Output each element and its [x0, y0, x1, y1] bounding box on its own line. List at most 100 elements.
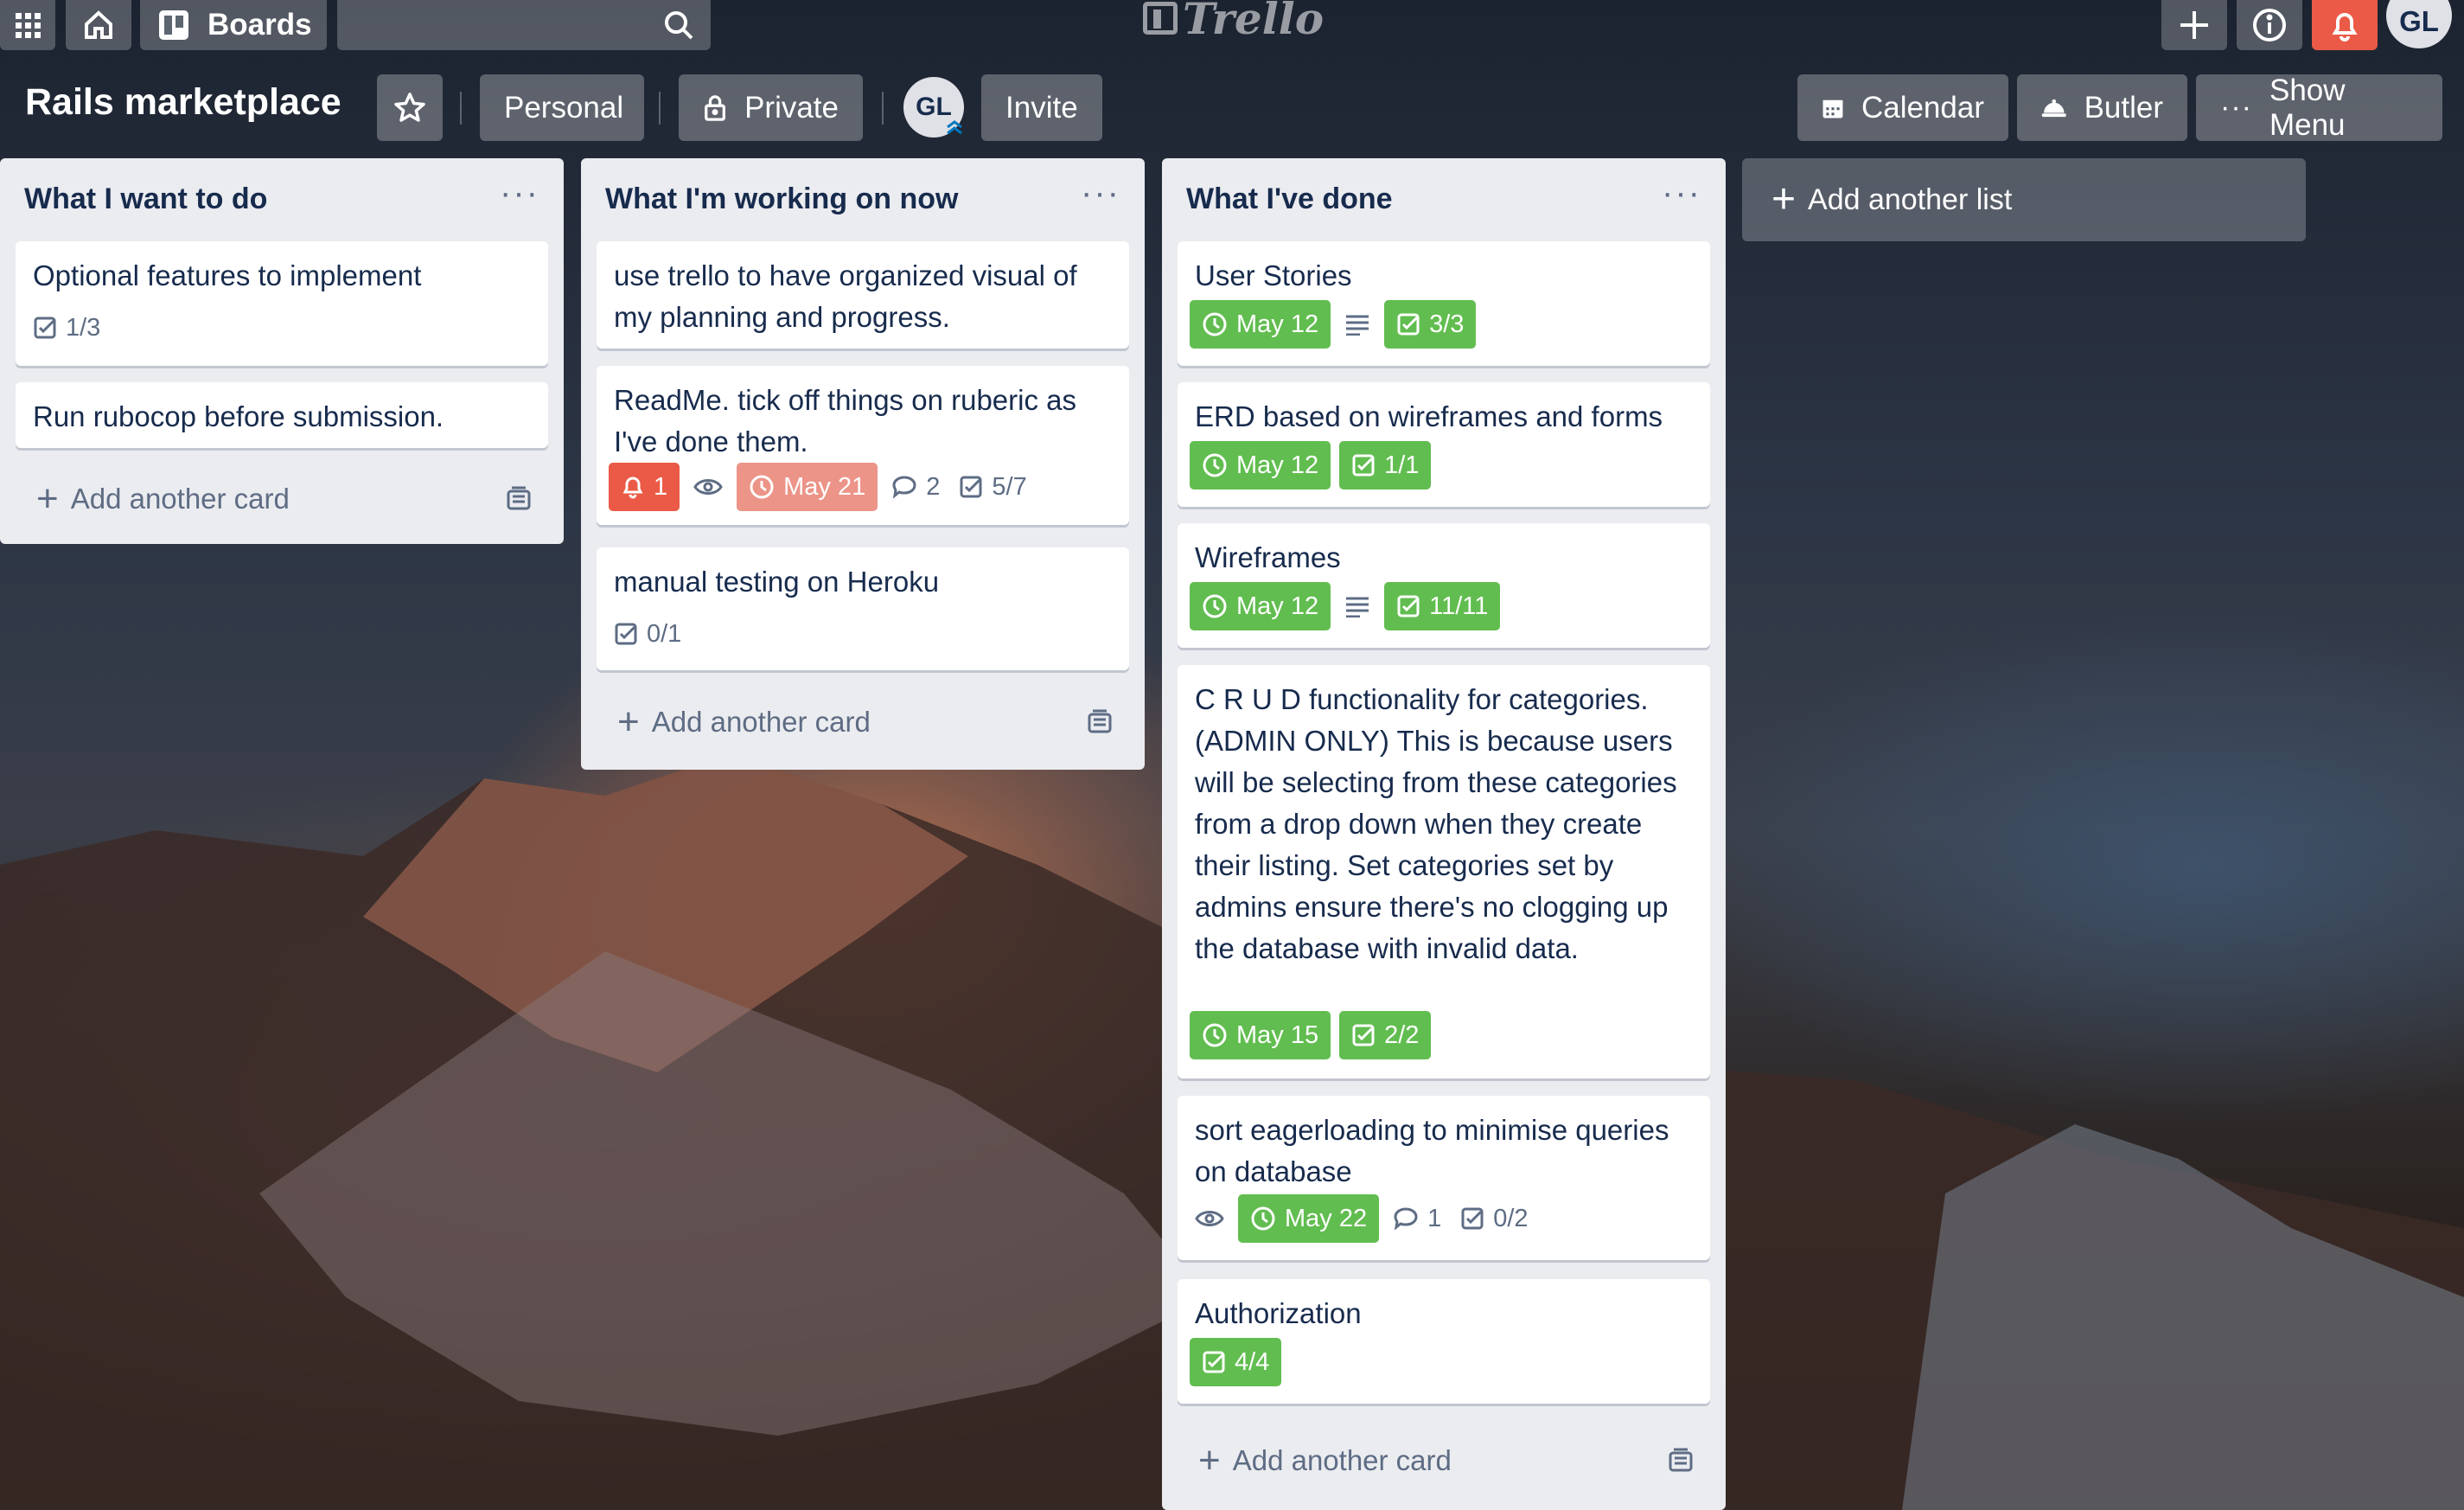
apps-menu-button[interactable]	[0, 0, 55, 50]
checklist-badge: 1/1	[1339, 441, 1432, 489]
card-badges: May 12 11/11	[1190, 582, 1509, 630]
comments-badge: 2	[886, 463, 945, 511]
list-what-im-working-on-now: What I'm working on now ··· use trello t…	[581, 158, 1145, 770]
board-member-avatar[interactable]: GL	[903, 77, 964, 138]
card[interactable]: User Stories May 12 3/3	[1178, 241, 1710, 366]
checklist-icon	[1203, 1351, 1225, 1373]
list-title[interactable]: What I've done	[1186, 182, 1393, 216]
card-template-icon[interactable]	[505, 485, 533, 513]
avatar-initials: GL	[2399, 5, 2439, 37]
personal-label: Personal	[504, 90, 624, 125]
list-title[interactable]: What I'm working on now	[605, 182, 959, 216]
list-title[interactable]: What I want to do	[24, 182, 267, 216]
card[interactable]: Run rubocop before submission.	[16, 382, 548, 448]
checklist-icon	[1352, 454, 1375, 477]
privacy-button[interactable]: Private	[679, 74, 863, 141]
card-badges: May 12 3/3	[1190, 300, 1484, 349]
card-badges: May 15 2/2	[1190, 1011, 1439, 1059]
card[interactable]: Optional features to implement 1/3	[16, 241, 548, 366]
card[interactable]: use trello to have organized visual of m…	[597, 241, 1129, 349]
clock-icon	[1203, 453, 1227, 477]
checklist-icon	[615, 623, 637, 645]
list-header[interactable]: What I want to do ···	[0, 158, 564, 231]
checklist-count: 2/2	[1384, 1021, 1420, 1049]
add-card-label: Add another card	[651, 706, 871, 738]
due-date-badge[interactable]: May 12	[1190, 582, 1331, 630]
notifications-button[interactable]	[2312, 0, 2378, 50]
card[interactable]: sort eagerloading to minimise queries on…	[1178, 1096, 1710, 1260]
watching-badge	[688, 463, 728, 511]
plus-icon: +	[36, 477, 59, 520]
checklist-icon	[960, 476, 982, 498]
bell-icon	[2332, 13, 2358, 42]
show-menu-button[interactable]: ··· Show Menu	[2196, 73, 2442, 142]
invite-button[interactable]: Invite	[981, 74, 1102, 141]
card-title: manual testing on Heroku	[614, 566, 940, 598]
due-date-badge[interactable]: May 15	[1190, 1011, 1331, 1059]
add-card-label: Add another card	[70, 483, 290, 515]
due-date: May 22	[1285, 1204, 1368, 1232]
add-card-button[interactable]: + Add another card	[1178, 1435, 1710, 1487]
card-template-icon[interactable]	[1086, 708, 1114, 736]
list-menu-button[interactable]: ···	[1081, 174, 1120, 213]
list-menu-button[interactable]: ···	[500, 174, 539, 213]
member-avatar[interactable]: GL	[2386, 0, 2452, 48]
list-header[interactable]: What I'm working on now ···	[581, 158, 1145, 231]
checklist-count: 0/2	[1493, 1204, 1529, 1232]
add-another-list-button[interactable]: + Add another list	[1742, 158, 2306, 241]
checklist-icon	[1352, 1024, 1375, 1046]
calendar-button[interactable]: Calendar	[1797, 74, 2008, 141]
checklist-count: 1/1	[1384, 451, 1420, 479]
clock-icon	[1251, 1206, 1275, 1231]
checklist-count: 11/11	[1429, 592, 1489, 620]
trello-logo-text: Trello	[1183, 0, 1325, 44]
list-menu-button[interactable]: ···	[1662, 174, 1701, 213]
create-button[interactable]	[2161, 0, 2227, 50]
search-input[interactable]	[337, 0, 711, 50]
due-date-badge[interactable]: May 12	[1190, 300, 1331, 349]
due-date: May 15	[1236, 1021, 1319, 1049]
bell-icon	[622, 477, 643, 499]
home-button[interactable]	[66, 0, 131, 50]
checklist-badge: 0/2	[1455, 1194, 1533, 1243]
card-title: Run rubocop before submission.	[33, 400, 444, 432]
due-date-badge[interactable]: May 12	[1190, 441, 1331, 489]
clock-icon	[1203, 594, 1227, 618]
card-badges: 4/4	[1190, 1338, 1290, 1386]
board-title[interactable]: Rails marketplace	[25, 81, 342, 124]
boards-button[interactable]: Boards	[140, 0, 327, 50]
checklist-badge: 5/7	[954, 463, 1031, 511]
list-header[interactable]: What I've done ···	[1162, 158, 1726, 231]
checklist-icon	[1461, 1207, 1484, 1230]
card-template-icon[interactable]	[1667, 1447, 1695, 1475]
notification-count: 1	[654, 472, 668, 501]
more-dots-icon: ···	[2220, 91, 2252, 124]
card[interactable]: Authorization 4/4	[1178, 1279, 1710, 1404]
star-board-button[interactable]	[377, 74, 443, 141]
card[interactable]: manual testing on Heroku 0/1	[597, 547, 1129, 670]
search-icon	[665, 11, 693, 40]
due-date-badge[interactable]: May 21	[737, 463, 878, 511]
calendar-label: Calendar	[1861, 90, 1984, 125]
checklist-count: 1/3	[66, 313, 101, 342]
calendar-icon	[1822, 99, 1843, 118]
add-card-button[interactable]: + Add another card	[16, 473, 548, 525]
information-button[interactable]	[2237, 0, 2302, 50]
due-date-badge[interactable]: May 22	[1238, 1194, 1380, 1243]
add-card-button[interactable]: + Add another card	[597, 696, 1129, 748]
invite-label: Invite	[1005, 90, 1078, 125]
checklist-count: 3/3	[1429, 310, 1465, 338]
card[interactable]: ReadMe. tick off things on ruberic as I'…	[597, 366, 1129, 525]
team-visibility-button[interactable]: Personal	[480, 74, 644, 141]
card[interactable]: ERD based on wireframes and forms May 12…	[1178, 382, 1710, 507]
trello-logo[interactable]: Trello	[1143, 0, 1324, 44]
description-icon	[1346, 597, 1369, 617]
card-title: Authorization	[1195, 1297, 1362, 1329]
card[interactable]: C R U D functionality for categories. (A…	[1178, 665, 1710, 1078]
due-date: May 21	[783, 472, 866, 501]
description-badge	[1339, 300, 1376, 349]
show-menu-label: Show Menu	[2269, 73, 2346, 142]
card[interactable]: Wireframes May 12 11/11	[1178, 523, 1710, 648]
eye-icon	[1195, 1211, 1224, 1226]
butler-button[interactable]: Butler	[2017, 74, 2187, 141]
